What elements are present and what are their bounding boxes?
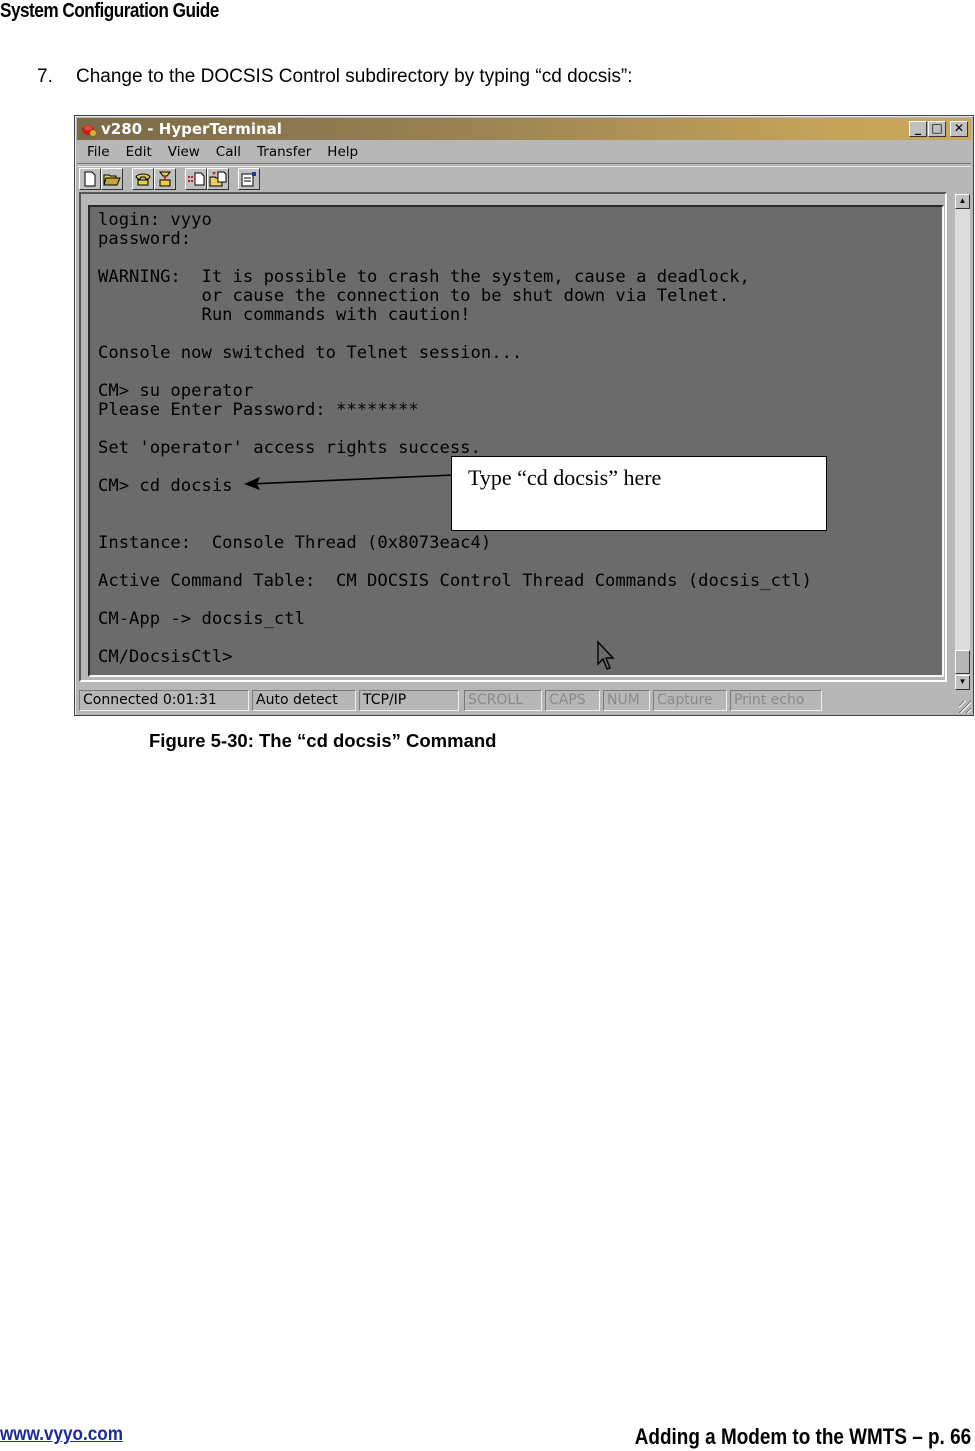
receive-file-icon <box>209 171 227 187</box>
callout-text: Type “cd docsis” here <box>468 465 662 490</box>
terminal-line: login: vyyo <box>98 210 212 230</box>
hangup-phone-icon <box>159 171 171 187</box>
connect-button[interactable] <box>132 168 154 190</box>
menu-bar: File Edit View Call Transfer Help <box>79 141 366 163</box>
terminal-line: or cause the connection to be shut down … <box>98 286 730 306</box>
status-emulation: Auto detect <box>252 690 356 711</box>
status-protocol: TCP/IP <box>359 690 459 711</box>
figure-caption: Figure 5-30: The “cd docsis” Command <box>149 730 497 751</box>
terminal-line: password: <box>98 229 192 249</box>
step-text: Change to the DOCSIS Control subdirector… <box>76 66 633 87</box>
terminal-output: login: vyyo password: WARNING: It is possi… <box>98 211 812 667</box>
status-scroll: SCROLL <box>464 690 542 711</box>
receive-button[interactable] <box>207 168 229 190</box>
terminal-line: Console now switched to Telnet session..… <box>98 343 523 363</box>
terminal-screen[interactable]: login: vyyo password: WARNING: It is possi… <box>88 205 944 677</box>
menu-file[interactable]: File <box>79 141 118 163</box>
terminal-line: Instance: Console Thread (0x8073eac4) <box>98 533 492 553</box>
terminal-line: Active Command Table: CM DOCSIS Control … <box>98 571 812 591</box>
terminal-line: Please Enter Password: ******** <box>98 400 419 420</box>
terminal-line: WARNING: It is possible to crash the sys… <box>98 267 750 287</box>
scroll-thumb[interactable] <box>955 650 970 674</box>
status-caps: CAPS <box>545 690 600 711</box>
title-bar[interactable]: v280 - HyperTerminal _ □ ✕ <box>77 118 971 140</box>
status-bar: Connected 0:01:31 Auto detect TCP/IP SCR… <box>79 690 825 712</box>
new-file-icon <box>84 171 96 187</box>
properties-button[interactable] <box>238 168 260 190</box>
terminal-line: CM-App -> docsis_ctl <box>98 609 305 629</box>
callout-box: Type “cd docsis” here <box>451 456 827 531</box>
terminal-line: CM/DocsisCtl> <box>98 647 233 667</box>
resize-grip-icon[interactable] <box>959 701 971 713</box>
send-file-icon <box>188 172 205 186</box>
toolbar <box>79 167 260 191</box>
window-title: v280 - HyperTerminal <box>101 120 282 138</box>
menu-transfer[interactable]: Transfer <box>249 141 319 163</box>
menu-view[interactable]: View <box>160 141 208 163</box>
menu-edit[interactable]: Edit <box>118 141 160 163</box>
disconnect-button[interactable] <box>154 168 176 190</box>
menu-call[interactable]: Call <box>208 141 249 163</box>
vertical-scrollbar[interactable]: ▲ ▼ <box>955 194 970 690</box>
menu-help[interactable]: Help <box>319 141 366 163</box>
send-button[interactable] <box>185 168 207 190</box>
scroll-down-button[interactable]: ▼ <box>955 675 970 690</box>
properties-icon <box>241 172 256 187</box>
step-number: 7. <box>37 66 53 87</box>
status-capture: Capture <box>653 690 727 711</box>
minimize-button[interactable]: _ <box>909 121 927 137</box>
phone-icon <box>135 173 151 186</box>
status-num: NUM <box>603 690 650 711</box>
page-header-title: System Configuration Guide <box>0 0 219 22</box>
status-connection: Connected 0:01:31 <box>79 690 249 711</box>
hyperterminal-app-icon <box>82 125 96 136</box>
close-button[interactable]: ✕ <box>950 121 968 137</box>
new-connection-button[interactable] <box>79 168 101 190</box>
maximize-button[interactable]: □ <box>928 121 946 137</box>
terminal-line: Run commands with caution! <box>98 305 471 325</box>
open-button[interactable] <box>101 168 123 190</box>
hyperterminal-window: v280 - HyperTerminal _ □ ✕ File Edit Vie… <box>74 115 974 716</box>
callout-arrow <box>244 474 455 490</box>
open-folder-icon <box>103 174 121 186</box>
terminal-line: CM> su operator <box>98 381 254 401</box>
instruction-step: 7. Change to the DOCSIS Control subdirect… <box>37 66 633 88</box>
arrow-up-icon: ▲ <box>958 196 967 205</box>
footer-section-page: Adding a Modem to the WMTS – p. 66 <box>634 1424 971 1449</box>
mouse-pointer-icon <box>597 640 615 670</box>
arrow-down-icon: ▼ <box>958 677 967 686</box>
scroll-up-button[interactable]: ▲ <box>955 194 970 209</box>
status-print-echo: Print echo <box>730 690 822 711</box>
footer-website-link[interactable]: www.vyyo.com <box>0 1424 123 1446</box>
window-controls: _ □ ✕ <box>909 121 968 137</box>
